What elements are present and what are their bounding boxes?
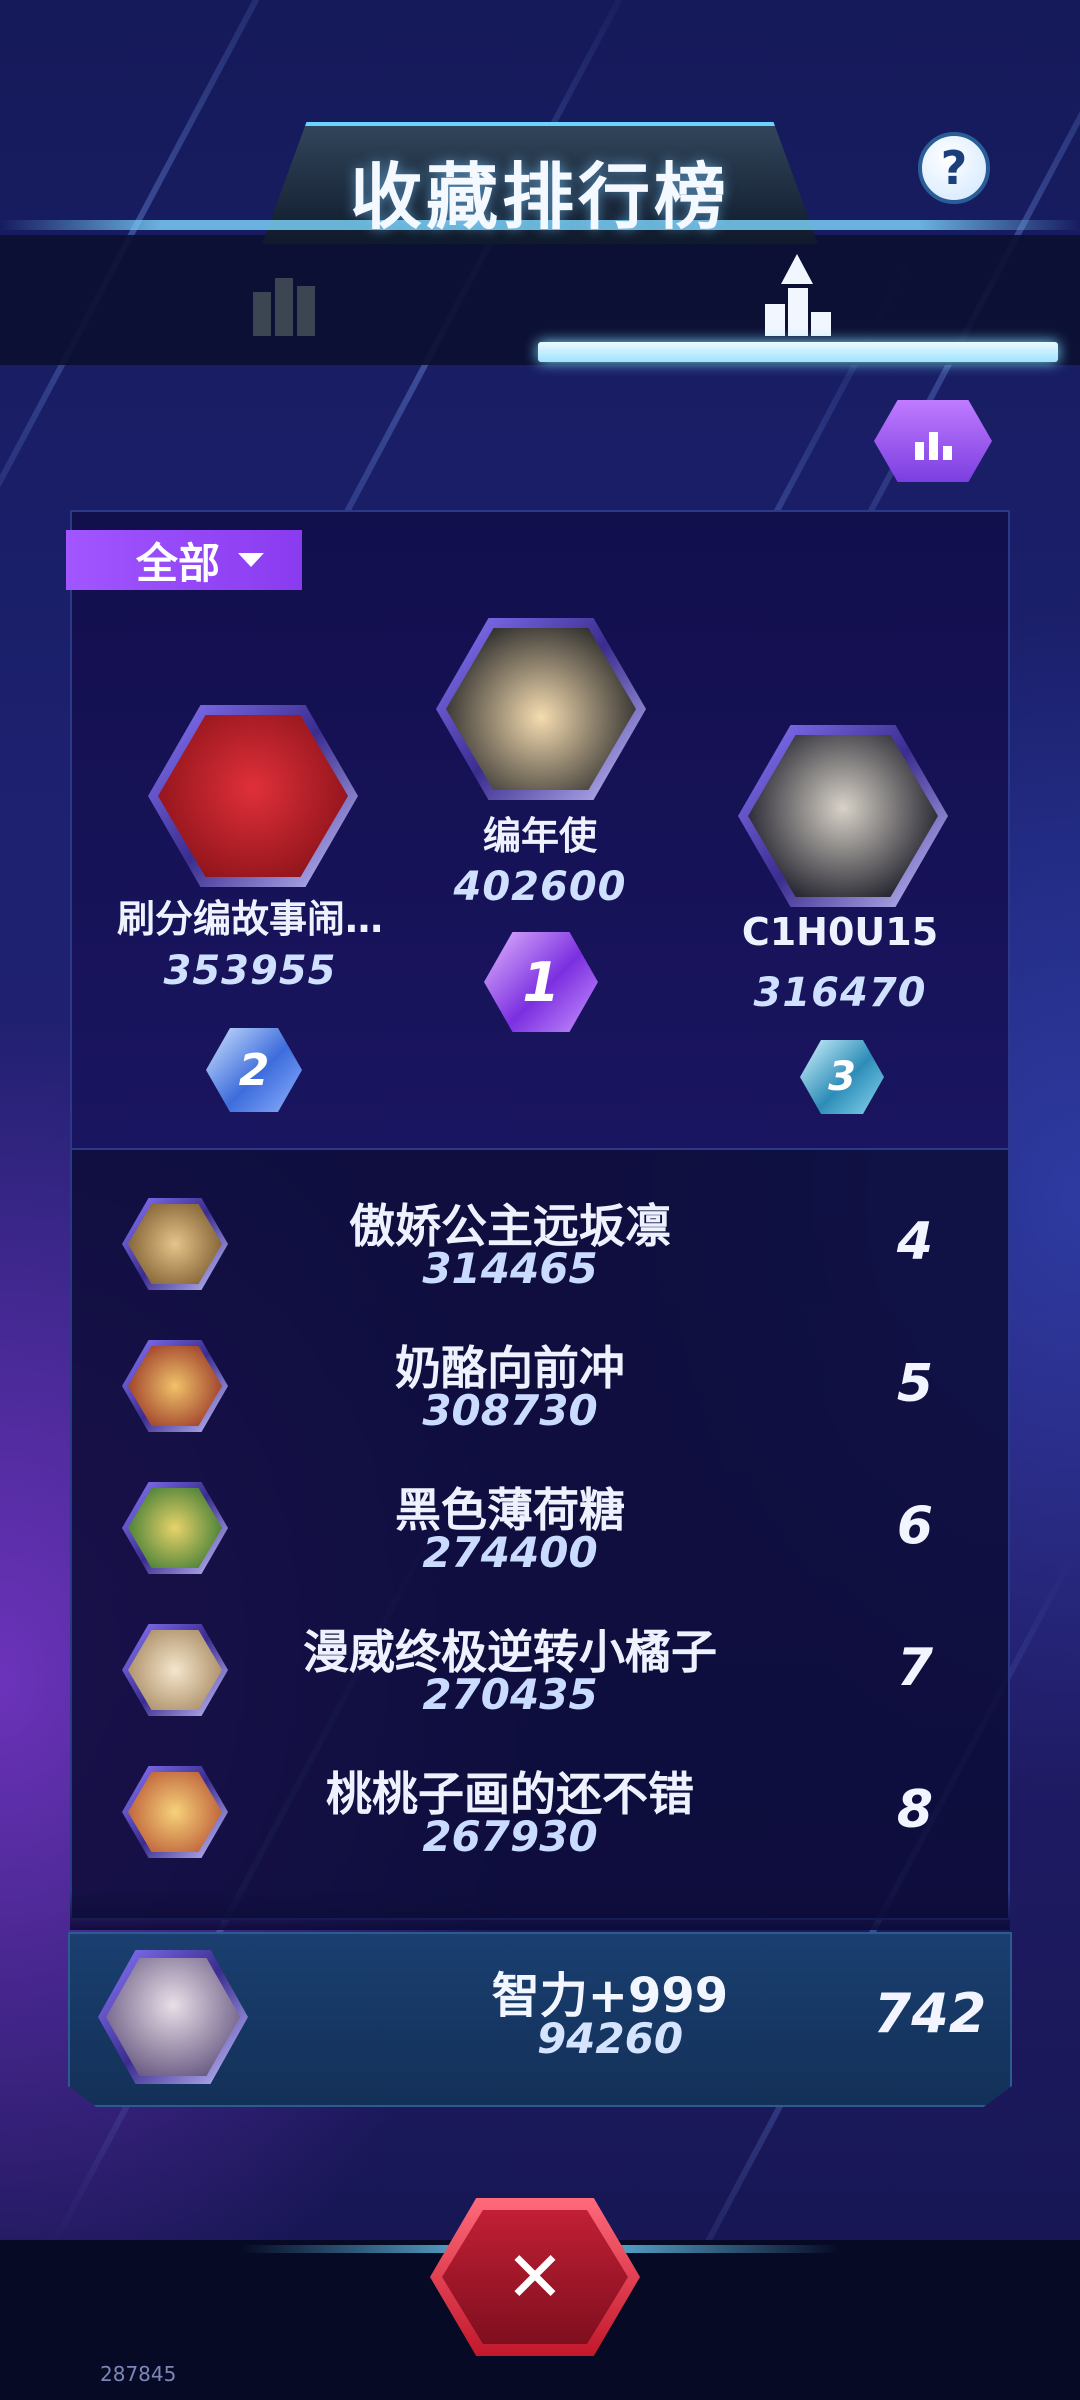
row-score: 270435 xyxy=(422,1670,598,1719)
tab-bar-chart[interactable] xyxy=(244,262,324,336)
podium-name-2: 刷分编故事闹… xyxy=(116,897,383,941)
my-avatar xyxy=(98,1950,248,2084)
my-rank: 742 xyxy=(873,1982,987,2045)
row-score: 267930 xyxy=(422,1812,598,1861)
row-rank: 5 xyxy=(896,1354,934,1414)
leaderboard-row[interactable]: 奶酪向前冲 308730 5 xyxy=(70,1314,1010,1456)
my-rank-row[interactable]: 智力+999 94260 742 xyxy=(68,1932,1012,2107)
row-rank: 7 xyxy=(896,1638,934,1698)
leaderboard-row[interactable]: 漫威终极逆转小橘子 270435 7 xyxy=(70,1598,1010,1740)
row-rank: 6 xyxy=(896,1496,934,1556)
row-score: 274400 xyxy=(422,1528,598,1577)
row-score: 308730 xyxy=(422,1386,598,1435)
leaderboard-row[interactable]: 桃桃子画的还不错 267930 8 xyxy=(70,1740,1010,1882)
ranking-stats-button[interactable] xyxy=(874,400,992,482)
list-scroll-fade xyxy=(70,1890,1010,1930)
row-avatar xyxy=(122,1482,228,1574)
bar-chart-icon xyxy=(253,278,315,336)
podium-score-1: 402600 xyxy=(453,864,627,910)
row-rank: 4 xyxy=(896,1212,934,1272)
row-avatar xyxy=(122,1198,228,1290)
bar-chart-icon xyxy=(914,432,952,460)
podium-icon xyxy=(765,254,831,336)
tab-podium[interactable] xyxy=(758,254,838,336)
podium-score-2: 353955 xyxy=(163,948,337,994)
row-avatar xyxy=(122,1624,228,1716)
row-avatar xyxy=(122,1340,228,1432)
my-score: 94260 xyxy=(536,2014,684,2063)
podium-name-1: 编年使 xyxy=(482,814,597,858)
close-icon: ✕ xyxy=(505,2236,565,2318)
row-rank: 8 xyxy=(896,1780,934,1840)
podium-score-3: 316470 xyxy=(753,970,927,1016)
header: 收藏排行榜 ? xyxy=(0,0,1080,370)
scope-dropdown[interactable]: 全部 xyxy=(66,530,302,590)
row-score: 314465 xyxy=(422,1244,598,1293)
scope-dropdown-label: 全部 xyxy=(136,538,221,588)
leaderboard-row[interactable]: 黑色薄荷糖 274400 6 xyxy=(70,1456,1010,1598)
leaderboard-row[interactable]: 傲娇公主远坂凛 314465 4 xyxy=(70,1172,1010,1314)
row-avatar xyxy=(122,1766,228,1858)
podium-name-3: C1H0U15 xyxy=(741,910,939,954)
active-tab-indicator xyxy=(538,342,1058,362)
page-title: 收藏排行榜 xyxy=(349,155,730,239)
chevron-down-icon xyxy=(238,553,265,567)
help-button[interactable]: ? xyxy=(918,132,990,204)
build-watermark: 287845 xyxy=(100,2362,177,2386)
